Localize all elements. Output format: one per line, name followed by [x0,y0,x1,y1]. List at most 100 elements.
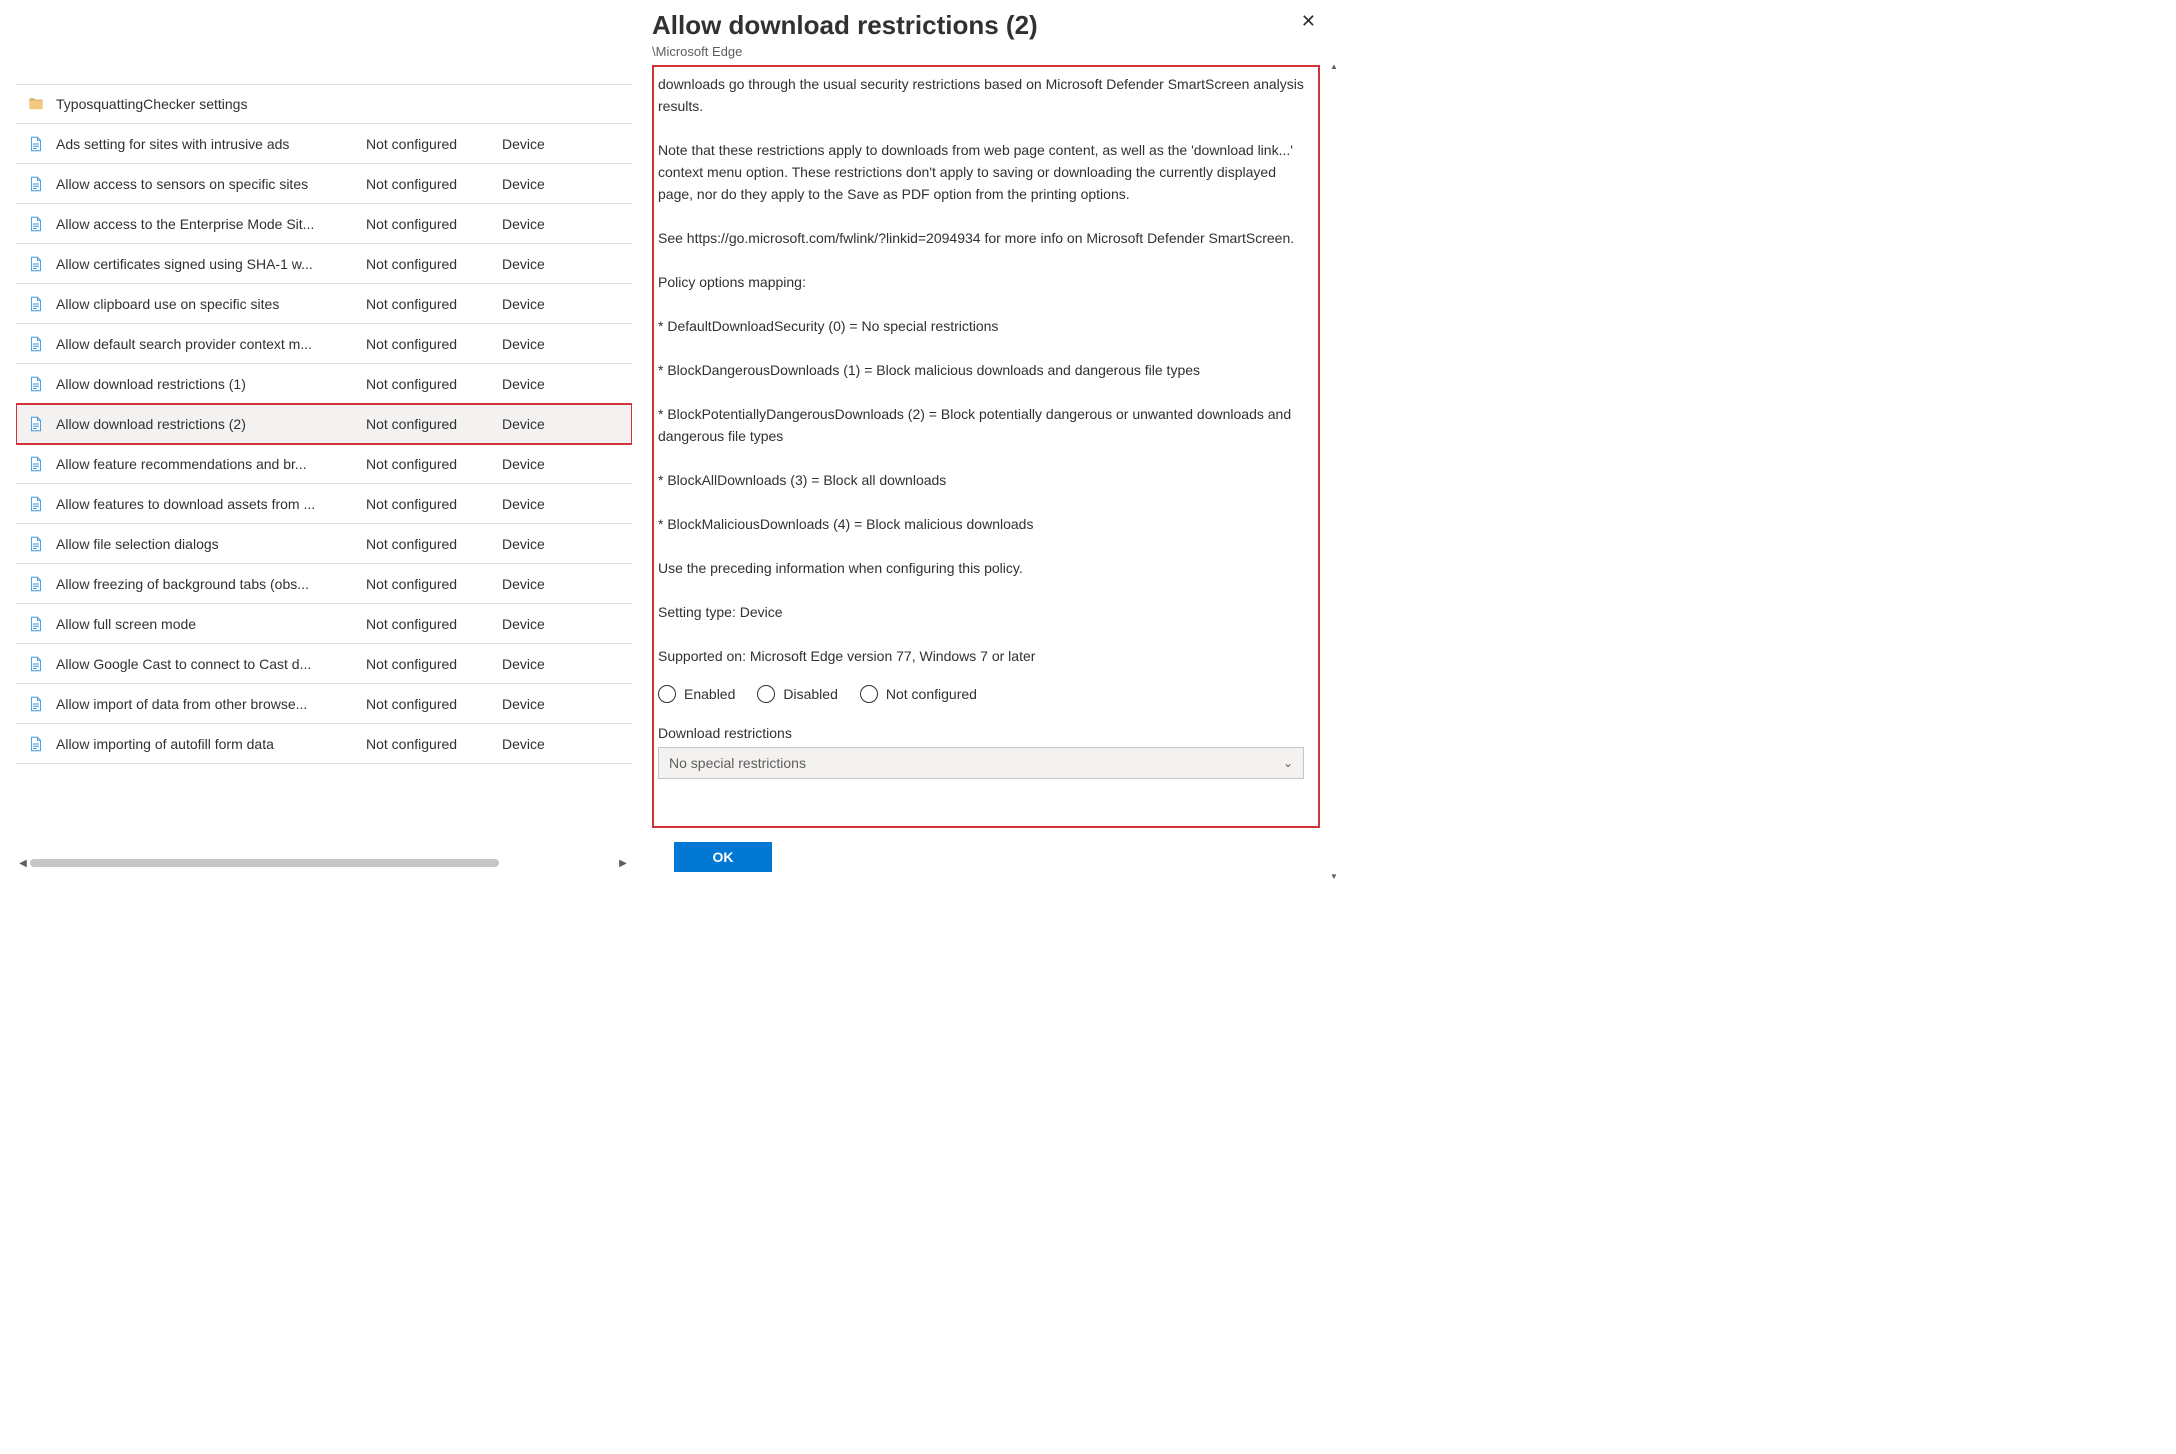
setting-name: Allow default search provider context m.… [56,336,366,352]
setting-scope: Device [502,576,582,592]
setting-name: Allow import of data from other browse..… [56,696,366,712]
setting-scope: Device [502,656,582,672]
setting-state: Not configured [366,256,502,272]
setting-name: Allow Google Cast to connect to Cast d..… [56,656,366,672]
document-icon [16,575,56,593]
detail-panel: Allow download restrictions (2) ✕ \Micro… [632,0,1340,882]
vertical-scrollbar[interactable]: ▲ ▼ [1330,62,1338,882]
folder-icon [16,95,56,113]
setting-scope: Device [502,336,582,352]
setting-scope: Device [502,376,582,392]
setting-state: Not configured [366,296,502,312]
setting-state: Not configured [366,576,502,592]
setting-name: Allow file selection dialogs [56,536,366,552]
setting-name: Allow certificates signed using SHA-1 w.… [56,256,366,272]
scroll-thumb[interactable] [30,859,499,867]
setting-row[interactable]: Allow Google Cast to connect to Cast d..… [16,644,632,684]
setting-row[interactable]: Allow download restrictions (2)Not confi… [16,404,632,444]
setting-row[interactable]: Allow feature recommendations and br...N… [16,444,632,484]
document-icon [16,735,56,753]
setting-name: Allow freezing of background tabs (obs..… [56,576,366,592]
setting-state: Not configured [366,536,502,552]
detail-title: Allow download restrictions (2) [652,8,1038,42]
setting-state: Not configured [366,496,502,512]
scroll-down-icon[interactable]: ▼ [1330,872,1338,882]
scroll-track[interactable] [30,859,616,867]
setting-scope: Device [502,696,582,712]
setting-state: Not configured [366,456,502,472]
document-icon [16,335,56,353]
setting-state: Not configured [366,616,502,632]
setting-scope: Device [502,736,582,752]
radio-label: Not configured [886,686,977,702]
dropdown-value: No special restrictions [669,755,806,771]
radio-enabled[interactable]: Enabled [658,685,735,703]
radio-label: Disabled [783,686,837,702]
radio-icon [860,685,878,703]
setting-scope: Device [502,256,582,272]
radio-not-configured[interactable]: Not configured [860,685,977,703]
setting-state: Not configured [366,176,502,192]
setting-name: Ads setting for sites with intrusive ads [56,136,366,152]
setting-row[interactable]: Ads setting for sites with intrusive ads… [16,124,632,164]
scroll-up-icon[interactable]: ▲ [1330,62,1338,72]
document-icon [16,415,56,433]
setting-state: Not configured [366,216,502,232]
setting-scope: Device [502,536,582,552]
setting-name: Allow features to download assets from .… [56,496,366,512]
setting-row[interactable]: Allow importing of autofill form dataNot… [16,724,632,764]
horizontal-scrollbar[interactable]: ◀ ▶ [16,856,630,870]
radio-icon [757,685,775,703]
radio-label: Enabled [684,686,735,702]
setting-row[interactable]: Allow access to sensors on specific site… [16,164,632,204]
setting-row[interactable]: Allow default search provider context m.… [16,324,632,364]
setting-row[interactable]: Allow access to the Enterprise Mode Sit.… [16,204,632,244]
setting-state: Not configured [366,136,502,152]
setting-scope: Device [502,216,582,232]
ok-button[interactable]: OK [674,842,772,872]
setting-scope: Device [502,176,582,192]
radio-disabled[interactable]: Disabled [757,685,837,703]
setting-row[interactable]: Allow download restrictions (1)Not confi… [16,364,632,404]
setting-state: Not configured [366,376,502,392]
folder-row[interactable]: TyposquattingChecker settings [16,84,632,124]
breadcrumb: \Microsoft Edge [652,44,1320,59]
setting-name: TyposquattingChecker settings [56,96,366,112]
scroll-right-icon[interactable]: ▶ [616,856,630,870]
setting-name: Allow clipboard use on specific sites [56,296,366,312]
document-icon [16,655,56,673]
document-icon [16,175,56,193]
download-restrictions-dropdown[interactable]: No special restrictions ⌄ [658,747,1304,779]
setting-row[interactable]: Allow features to download assets from .… [16,484,632,524]
document-icon [16,295,56,313]
setting-scope: Device [502,416,582,432]
setting-scope: Device [502,296,582,312]
document-icon [16,375,56,393]
setting-state: Not configured [366,736,502,752]
setting-row[interactable]: Allow certificates signed using SHA-1 w.… [16,244,632,284]
document-icon [16,255,56,273]
setting-row[interactable]: Allow import of data from other browse..… [16,684,632,724]
setting-scope: Device [502,136,582,152]
setting-state: Not configured [366,656,502,672]
scroll-left-icon[interactable]: ◀ [16,856,30,870]
setting-scope: Device [502,496,582,512]
chevron-down-icon: ⌄ [1283,756,1293,770]
settings-list: TyposquattingChecker settings Ads setting… [16,84,632,850]
setting-name: Allow access to the Enterprise Mode Sit.… [56,216,366,232]
close-icon[interactable]: ✕ [1297,8,1320,34]
radio-icon [658,685,676,703]
setting-name: Allow full screen mode [56,616,366,632]
setting-row[interactable]: Allow full screen modeNot configuredDevi… [16,604,632,644]
setting-name: Allow feature recommendations and br... [56,456,366,472]
document-icon [16,695,56,713]
document-icon [16,615,56,633]
setting-row[interactable]: Allow freezing of background tabs (obs..… [16,564,632,604]
setting-scope: Device [502,616,582,632]
detail-highlight-box: downloads go through the usual security … [652,65,1320,828]
state-radio-group: Enabled Disabled Not configured [658,685,1304,703]
setting-name: Allow importing of autofill form data [56,736,366,752]
setting-row[interactable]: Allow file selection dialogsNot configur… [16,524,632,564]
setting-row[interactable]: Allow clipboard use on specific sitesNot… [16,284,632,324]
settings-list-panel: TyposquattingChecker settings Ads setting… [0,0,632,882]
